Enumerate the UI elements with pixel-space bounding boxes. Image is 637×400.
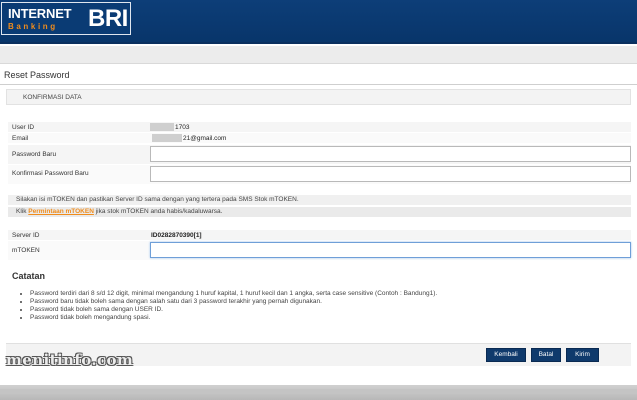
confirm-password-label: Konfirmasi Password Baru [12,170,89,177]
header-bar: INTERNET Banking BRI [0,0,637,44]
kirim-button[interactable]: Kirim [566,348,599,362]
mtoken-request-prefix: Klik [16,208,29,215]
kembali-button[interactable]: Kembali [486,348,526,362]
catatan-item: Password tidak boleh mengandung spasi. [30,314,624,322]
top-strip [0,46,637,64]
logo-bri-text: BRI [88,5,128,32]
bottom-strip-inner [0,389,637,394]
redacted-mask [152,134,182,142]
catatan-item: Password baru tidak boleh sama dengan sa… [30,298,624,306]
section-title: KONFIRMASI DATA [23,94,82,101]
bottom-strip [0,385,637,400]
new-password-label: Password Baru [12,151,57,158]
mtoken-request-text: Klik Permintaan mTOKEN jika stok mTOKEN … [16,208,222,215]
title-divider [0,84,637,85]
user-id-row [8,122,631,132]
mtoken-request-message: Klik Permintaan mTOKEN jika stok mTOKEN … [8,207,631,217]
catatan-list: Password terdiri dari 8 s/d 12 digit, mi… [24,290,624,322]
batal-button[interactable]: Batal [531,348,561,362]
email-label: Email [12,135,29,142]
redacted-mask [150,123,174,131]
info-message: Silakan isi mTOKEN dan pastikan Server I… [8,195,631,205]
email-row [8,133,631,143]
email-value: 21@gmail.com [183,135,227,142]
user-id-value: 1703 [175,124,190,131]
permintaan-mtoken-link[interactable]: Permintaan mTOKEN [28,208,94,215]
mtoken-request-suffix: jika stok mTOKEN anda habis/kadaluwarsa. [93,208,223,215]
internet-banking-bri-logo[interactable]: INTERNET Banking BRI [1,2,131,35]
watermark: menitinfo.com [6,351,134,369]
page-title: Reset Password [4,70,70,80]
confirm-password-input[interactable] [150,166,631,182]
catatan-item: Password tidak boleh sama dengan USER ID… [30,306,624,314]
server-id-row [8,230,631,240]
catatan-title: Catatan [12,271,46,281]
info-text: Silakan isi mTOKEN dan pastikan Server I… [16,196,299,203]
server-id-value: ID0282870390[1] [151,232,202,239]
server-id-label: Server ID [12,232,40,239]
mtoken-input[interactable] [150,242,631,258]
user-id-label: User ID [12,124,35,131]
new-password-input[interactable] [150,146,631,162]
logo-internet-text: INTERNET [8,6,72,21]
logo-banking-text: Banking [8,22,58,31]
section-header-konfirmasi-data: KONFIRMASI DATA [6,89,631,105]
mtoken-label: mTOKEN [12,247,40,254]
catatan-item: Password terdiri dari 8 s/d 12 digit, mi… [30,290,624,298]
